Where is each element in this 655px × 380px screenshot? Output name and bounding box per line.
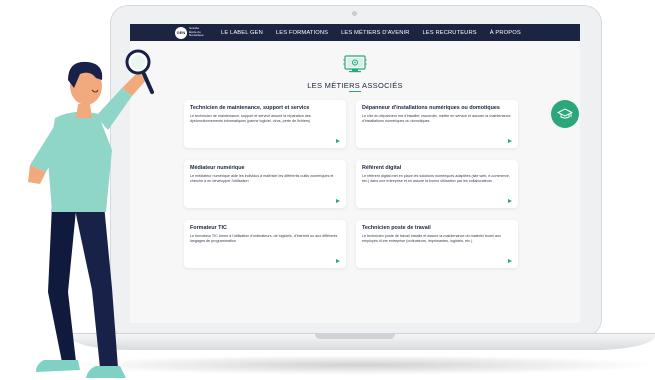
card-referent-digital[interactable]: Référent digital Le référent digital met… bbox=[356, 160, 518, 208]
arrow-right-icon[interactable] bbox=[508, 139, 512, 143]
card-description: Le technicien poste de travail installe … bbox=[362, 234, 501, 243]
card-title: Technicien de maintenance, support et se… bbox=[190, 105, 310, 111]
arrow-right-icon[interactable] bbox=[336, 259, 340, 263]
nav-item-label-gen[interactable]: LE LABEL GEN bbox=[221, 30, 263, 36]
card-description: Le rôle du dépanneur est d'installer, ra… bbox=[362, 114, 511, 123]
side-badge[interactable] bbox=[551, 100, 579, 128]
card-mediateur[interactable]: Médiateur numérique Le médiateur numériq… bbox=[184, 160, 346, 208]
person-illustration bbox=[28, 49, 154, 378]
card-description: Le médiateur numérique aide les individu… bbox=[190, 174, 334, 183]
card-description: Le technicien de maintenance, support et… bbox=[190, 114, 311, 123]
title-underline bbox=[349, 91, 361, 92]
nav-item-metiers[interactable]: LES MÉTIERS D'AVENIR bbox=[341, 30, 409, 36]
card-title: Formateur TIC bbox=[190, 225, 227, 231]
card-title: Technicien poste de travail bbox=[362, 225, 431, 231]
laptop-notch bbox=[315, 334, 395, 339]
camera bbox=[352, 11, 357, 16]
card-description: Le référent digital met en place les sol… bbox=[362, 174, 510, 183]
card-depanneur[interactable]: Dépanneur d'installations numériques ou … bbox=[356, 100, 518, 148]
arrow-right-icon[interactable] bbox=[508, 199, 512, 203]
card-title: Médiateur numérique bbox=[190, 165, 245, 171]
arrow-right-icon[interactable] bbox=[336, 199, 340, 203]
arrow-right-icon[interactable] bbox=[336, 139, 340, 143]
arrow-right-icon[interactable] bbox=[508, 259, 512, 263]
nav-item-a-propos[interactable]: À PROPOS bbox=[490, 30, 521, 36]
card-title: Dépanneur d'installations numériques ou … bbox=[362, 105, 500, 111]
nav-item-formations[interactable]: LES FORMATIONS bbox=[276, 30, 328, 36]
card-title: Référent digital bbox=[362, 165, 402, 171]
computer-gear-icon bbox=[343, 55, 367, 73]
card-description: Le formateur TIC forme à l'utilisation d… bbox=[190, 234, 338, 243]
nav-item-recruteurs[interactable]: LES RECRUTEURS bbox=[422, 30, 476, 36]
graduation-cap-icon bbox=[557, 108, 573, 119]
card-formateur-tic[interactable]: Formateur TIC Le formateur TIC forme à l… bbox=[184, 220, 346, 268]
card-technicien-maintenance[interactable]: Technicien de maintenance, support et se… bbox=[184, 100, 346, 148]
card-technicien-poste[interactable]: Technicien poste de travail Le technicie… bbox=[356, 220, 518, 268]
